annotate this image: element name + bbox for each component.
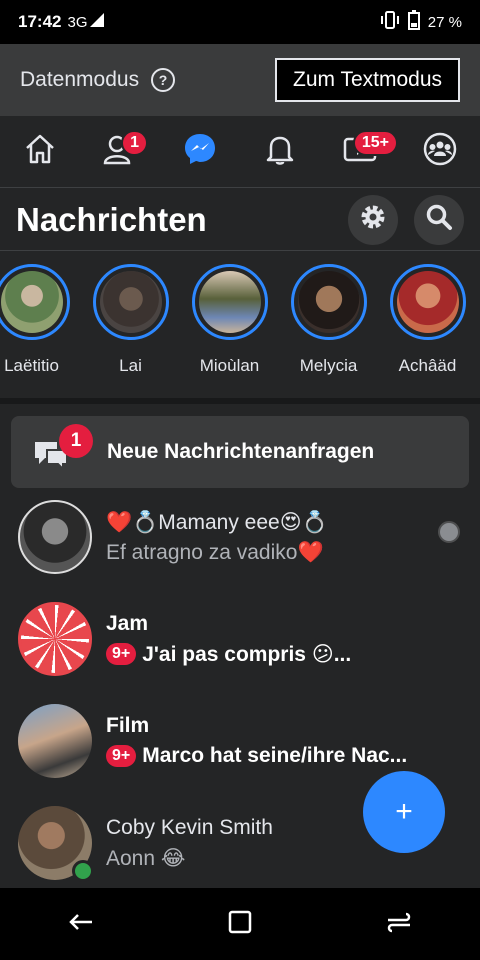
story-name: Melycia: [299, 356, 358, 375]
conversation-preview: Aonn 😂: [106, 846, 186, 870]
conversation-preview-row: 9+ Marco hat seine/ihre Nac...: [106, 744, 407, 768]
conversation-preview: Marco hat seine/ihre Nac...: [142, 744, 408, 767]
data-mode-label: Datenmodus: [20, 68, 140, 91]
nav-notifications[interactable]: [256, 128, 304, 176]
signal-icon: [89, 12, 104, 32]
nav-groups[interactable]: [416, 128, 464, 176]
gear-icon: [358, 202, 388, 237]
text-mode-button[interactable]: Zum Textmodus: [275, 58, 460, 102]
avatar: [18, 704, 92, 778]
story-name: Achâäd: [398, 356, 457, 375]
story-name: Mioùlan: [199, 356, 260, 375]
unread-badge: 9+: [106, 745, 137, 767]
groups-icon: [422, 131, 458, 172]
requests-label: Neue Nachrichtenanfragen: [107, 440, 375, 463]
conversation-name: Film: [106, 714, 150, 737]
home-icon: [23, 132, 57, 171]
conversation-row[interactable]: ❤️💍Mamany eee😍💍 Ef atragno za vadiko❤️: [0, 487, 480, 587]
story-item[interactable]: Melycia: [290, 252, 367, 398]
recents-icon[interactable]: [384, 907, 414, 942]
stories-row: Laëtitio Lai Mioùlan Melycia Achâäd: [0, 252, 473, 398]
story-item[interactable]: Achâäd: [389, 252, 466, 398]
home-square-icon[interactable]: [227, 909, 253, 940]
search-icon: [424, 202, 454, 237]
help-icon[interactable]: ?: [151, 68, 176, 92]
story-avatar: [0, 271, 63, 333]
story-item[interactable]: Laëtitio: [0, 252, 70, 398]
message-requests[interactable]: 1 Neue Nachrichtenanfragen: [11, 416, 469, 488]
requests-badge: 1: [59, 424, 93, 458]
story-item[interactable]: Lai: [92, 252, 169, 398]
new-message-button[interactable]: +: [363, 771, 445, 853]
conversation-name: ❤️💍Mamany eee😍💍: [106, 510, 328, 534]
online-status-dot: [72, 860, 94, 882]
story-item[interactable]: Mioùlan: [191, 252, 268, 398]
vibrate-icon: [380, 11, 400, 33]
story-name: Lai: [119, 356, 142, 375]
nav-home[interactable]: [16, 128, 64, 176]
story-avatar: [99, 271, 162, 333]
story-avatar: [297, 271, 360, 333]
unread-badge: 9+: [106, 643, 137, 665]
battery-icon: [407, 10, 420, 34]
conversation-row[interactable]: Jam 9+ J'ai pas compris 😕...: [0, 589, 480, 689]
story-avatar: [198, 271, 261, 333]
conversation-preview: J'ai pas compris 😕...: [142, 642, 352, 666]
chat-bubbles-icon: 1: [33, 424, 93, 472]
battery-percent: 27 %: [427, 13, 462, 31]
watch-badge: 15+: [352, 129, 398, 156]
conversation-preview: Ef atragno za vadiko❤️: [106, 540, 324, 564]
story-name: Laëtitio: [4, 356, 59, 375]
nav-messenger[interactable]: [176, 128, 224, 176]
status-time: 17:42: [18, 12, 62, 31]
bell-icon: [263, 132, 297, 171]
page-title: Nachrichten: [16, 200, 207, 238]
search-button[interactable]: [414, 194, 464, 245]
top-nav: 1 15+: [0, 116, 480, 188]
nav-friends[interactable]: 1: [96, 128, 148, 176]
network-indicator: 3G: [67, 13, 88, 31]
page-header: Nachrichten: [0, 189, 480, 251]
back-icon[interactable]: [66, 907, 96, 942]
story-avatar: [396, 271, 459, 333]
conversation-name: Jam: [106, 611, 149, 635]
seen-avatar-icon: [438, 521, 460, 543]
avatar: [18, 500, 92, 574]
avatar: [18, 806, 94, 882]
settings-button[interactable]: [348, 194, 398, 245]
messenger-icon: [182, 131, 218, 172]
nav-watch[interactable]: 15+: [336, 128, 398, 176]
conversation-preview-row: 9+ J'ai pas compris 😕...: [106, 642, 351, 667]
friends-badge: 1: [121, 129, 148, 156]
section-divider: [0, 398, 480, 404]
data-mode-bar: Datenmodus ? Zum Textmodus: [0, 44, 480, 116]
system-nav-bar: [0, 888, 480, 960]
avatar: [18, 602, 92, 676]
conversation-name: Coby Kevin Smith: [106, 815, 273, 839]
status-bar: 17:42 3G 27 %: [0, 0, 480, 44]
